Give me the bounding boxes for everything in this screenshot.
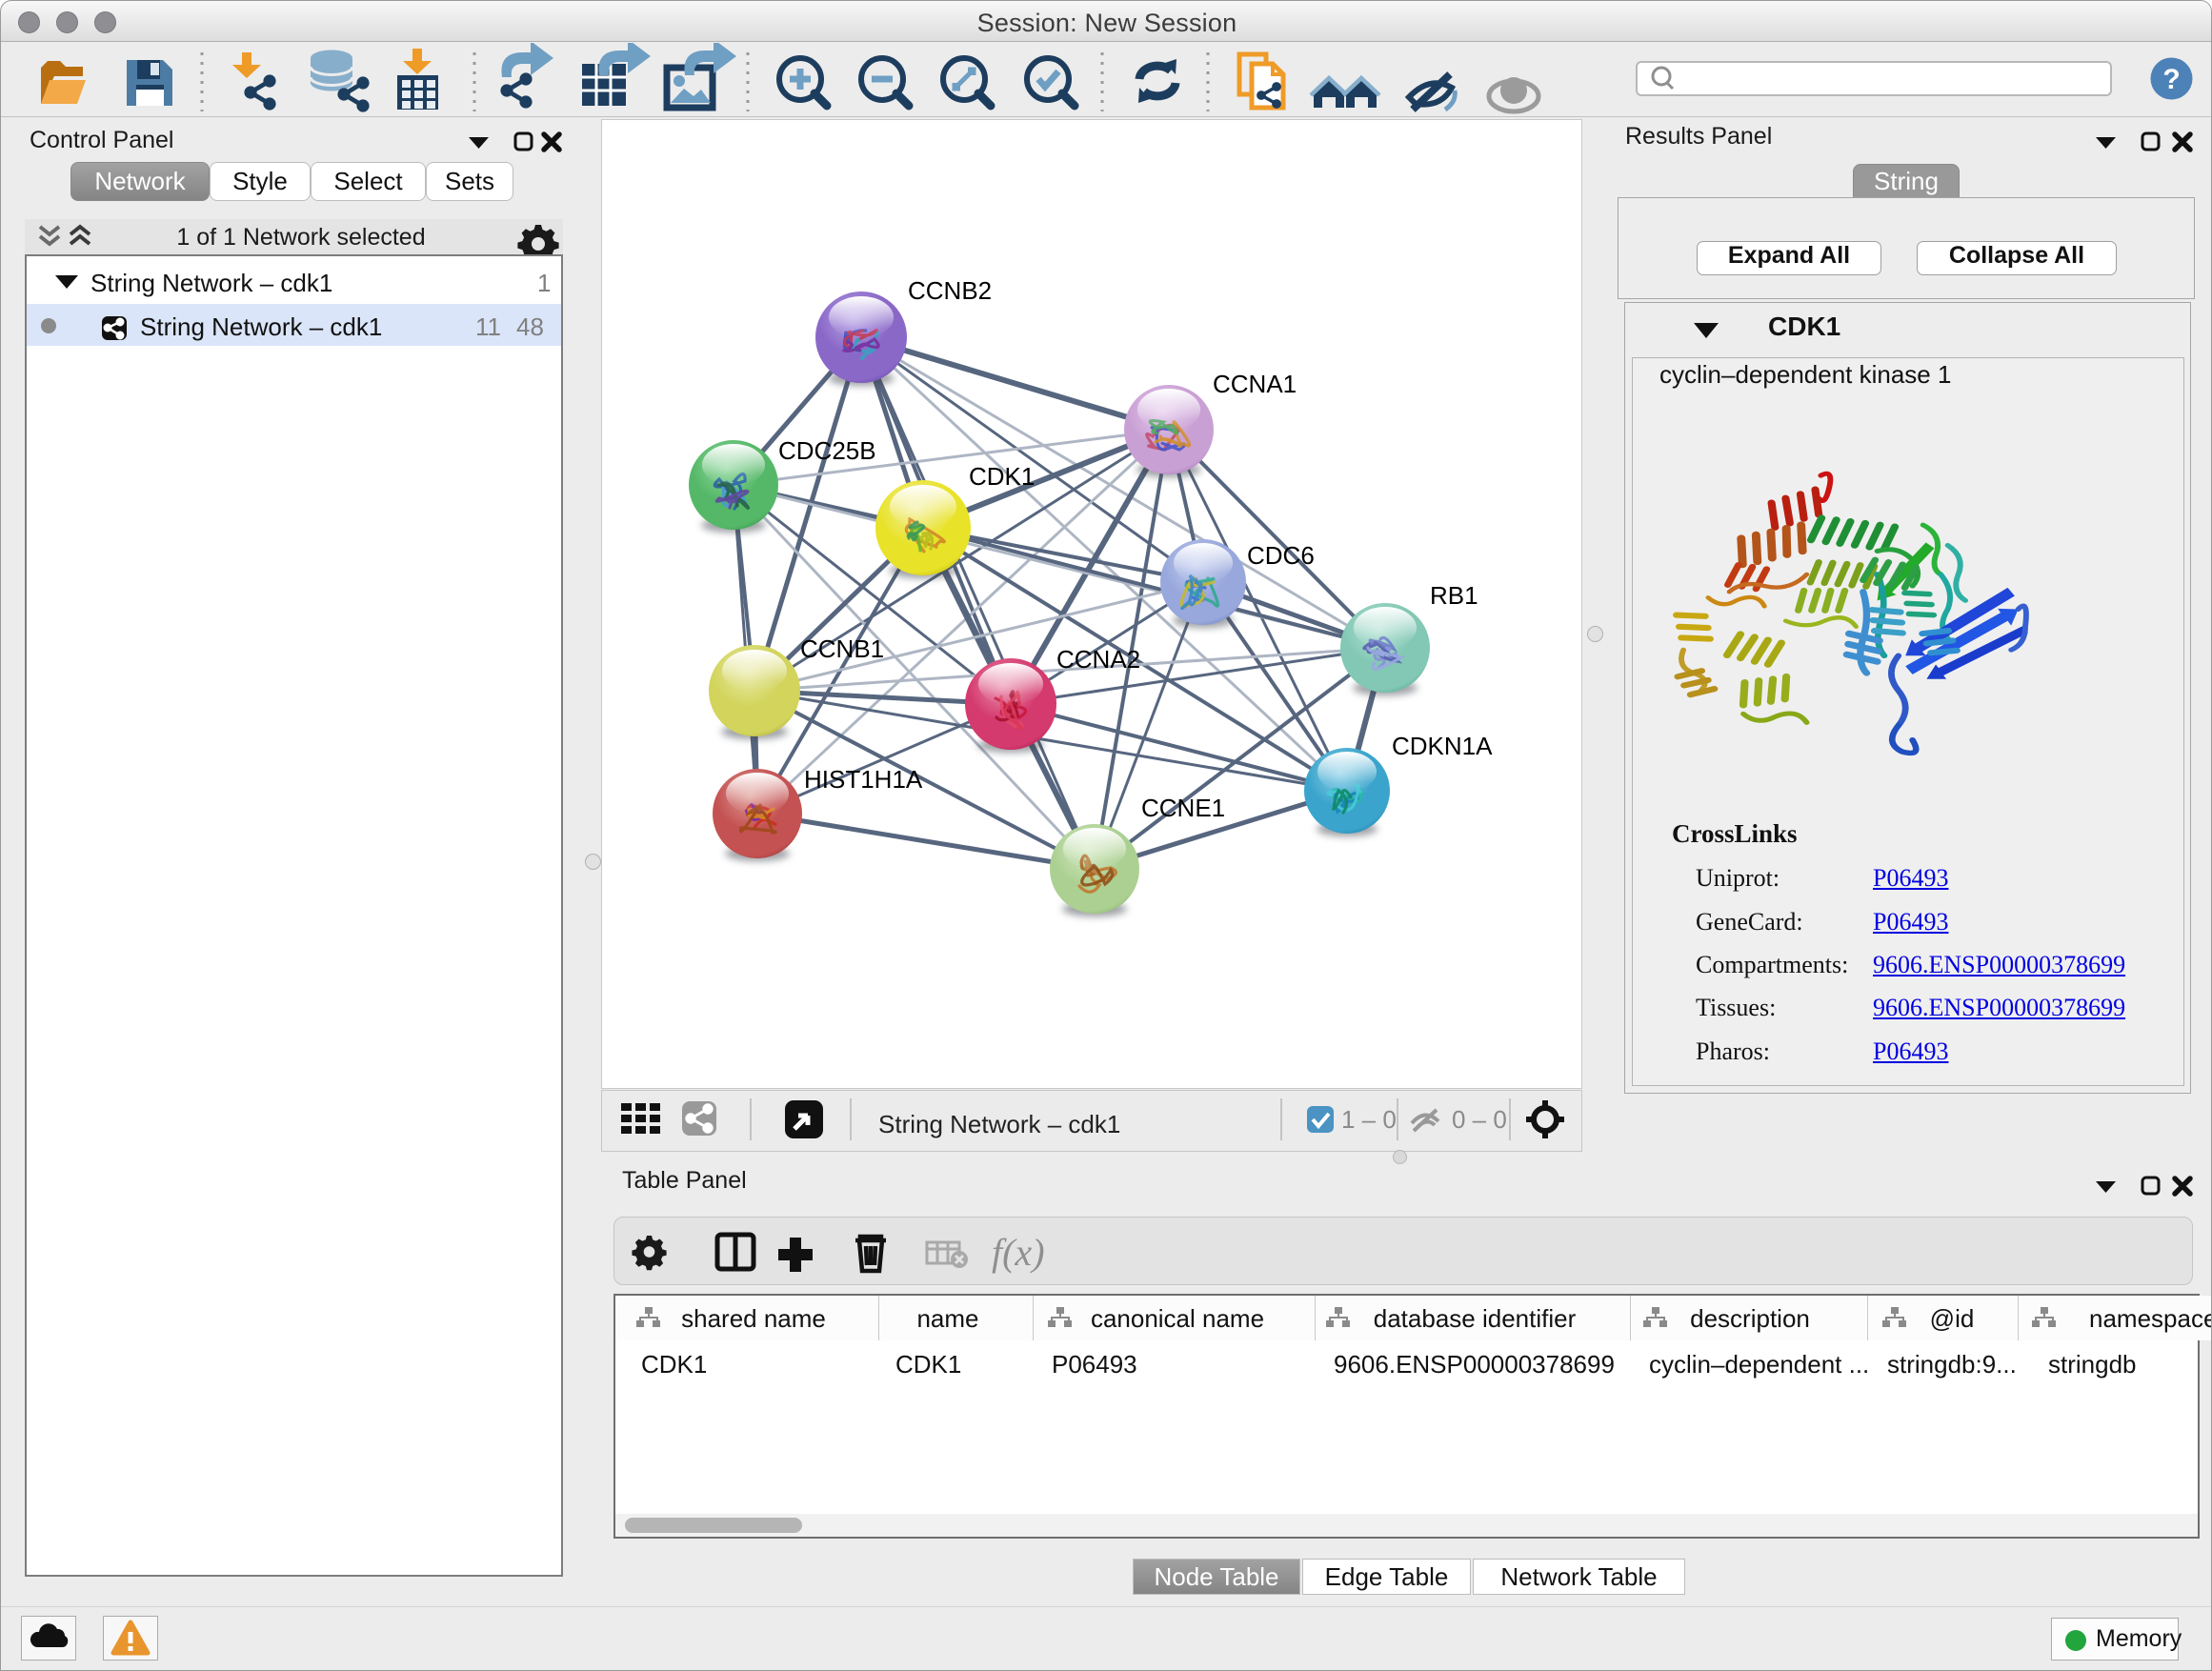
svg-text:f(x): f(x) [992, 1231, 1045, 1274]
svg-text:1 – 0: 1 – 0 [1341, 1105, 1397, 1134]
svg-text:0 – 0: 0 – 0 [1452, 1105, 1507, 1134]
svg-text:?: ? [2162, 64, 2180, 95]
